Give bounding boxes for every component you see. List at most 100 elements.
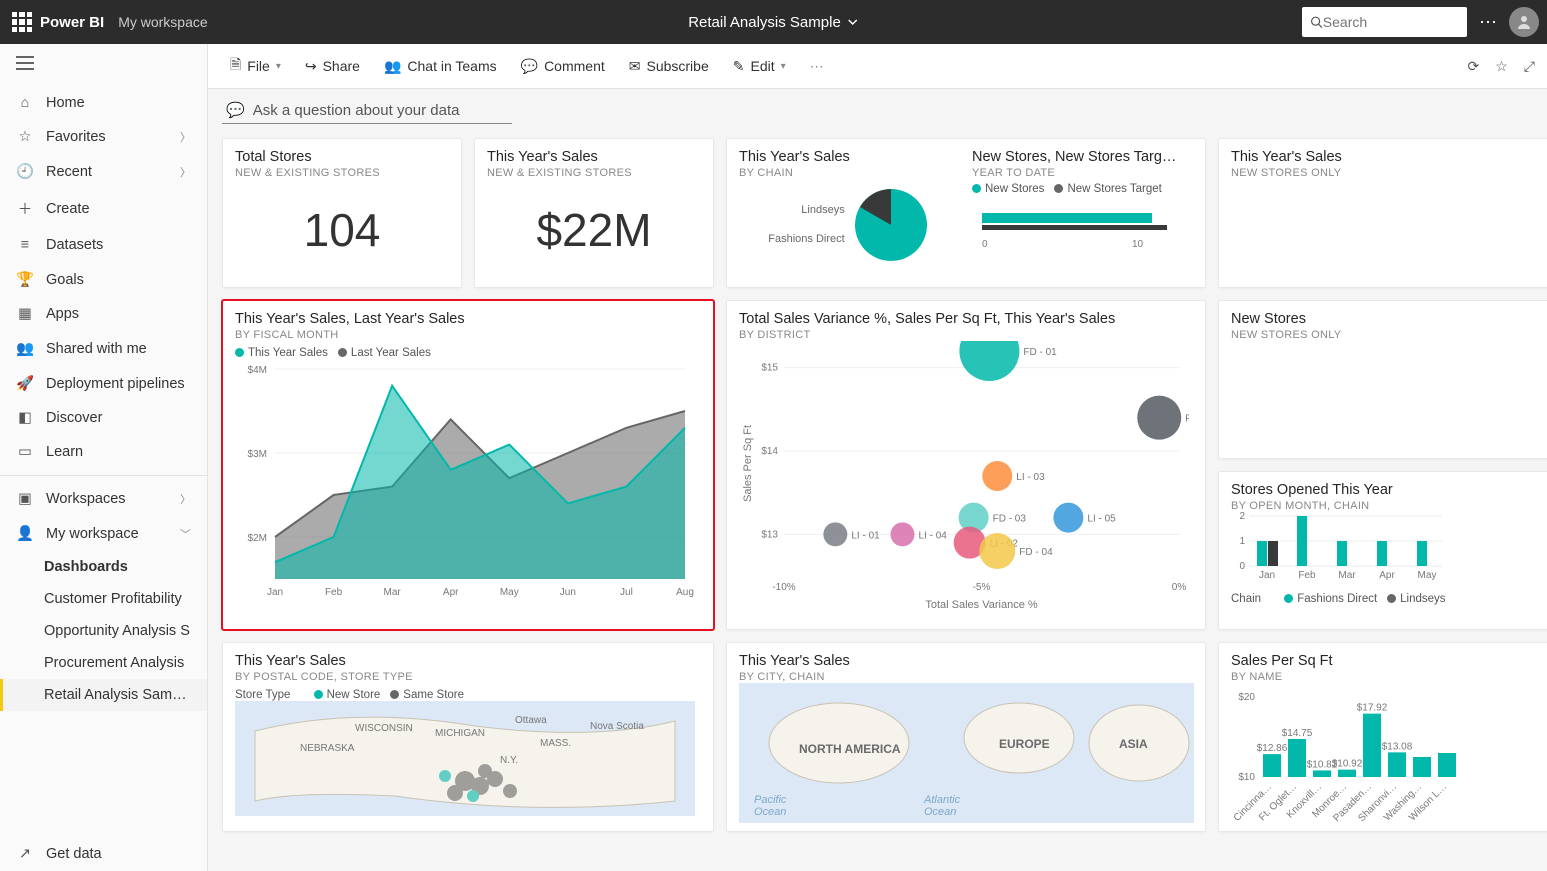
- nav-discover[interactable]: ◧Discover: [0, 401, 207, 435]
- share-icon: 👥: [16, 340, 34, 357]
- svg-text:Jan: Jan: [1259, 570, 1275, 581]
- svg-text:NEBRASKA: NEBRASKA: [300, 743, 355, 754]
- nav-datasets[interactable]: ≡Datasets: [0, 228, 207, 262]
- tile-sales-new-stores[interactable]: This Year's Sales NEW STORES ONLY $2M: [1218, 138, 1547, 288]
- user-avatar[interactable]: [1509, 7, 1539, 37]
- search-input[interactable]: [1302, 7, 1467, 37]
- nav-home[interactable]: ⌂Home: [0, 86, 207, 120]
- search-field[interactable]: [1323, 14, 1459, 30]
- teams-icon: 👥: [384, 58, 401, 75]
- svg-text:0: 0: [1239, 561, 1245, 572]
- svg-text:$15: $15: [761, 363, 778, 374]
- refresh-icon[interactable]: ⟳: [1468, 58, 1480, 75]
- svg-text:May: May: [500, 587, 519, 598]
- svg-text:$2M: $2M: [248, 533, 267, 544]
- favorite-icon[interactable]: ☆: [1495, 58, 1508, 75]
- cmd-comment[interactable]: 💬Comment: [511, 52, 615, 81]
- tile-sales-by-city[interactable]: This Year's Sales BY CITY, CHAIN NORTH A…: [726, 642, 1206, 832]
- trophy-icon: 🏆: [16, 271, 34, 288]
- chevron-right-icon: 〉: [180, 491, 191, 507]
- nav-pipelines[interactable]: 🚀Deployment pipelines: [0, 366, 207, 401]
- svg-text:Jul: Jul: [620, 587, 633, 598]
- cmd-more[interactable]: ⋯: [800, 52, 834, 81]
- svg-text:Ottawa: Ottawa: [515, 715, 547, 726]
- subnav-dashboards[interactable]: Dashboards: [0, 551, 207, 583]
- nav-apps[interactable]: ▦Apps: [0, 297, 207, 331]
- svg-text:-5%: -5%: [973, 582, 991, 593]
- tile-stores-opened[interactable]: Stores Opened This Year BY OPEN MONTH, C…: [1218, 471, 1547, 630]
- cmd-file[interactable]: 🗎File▾: [220, 48, 291, 84]
- chat-icon: 💬: [226, 101, 245, 119]
- nav-myworkspace[interactable]: 👤My workspace〉: [0, 516, 207, 551]
- svg-text:2: 2: [1239, 512, 1245, 522]
- nav-learn[interactable]: ▭Learn: [0, 435, 207, 469]
- tile-variance-scatter[interactable]: Total Sales Variance %, Sales Per Sq Ft,…: [726, 300, 1206, 630]
- svg-text:LI - 04: LI - 04: [919, 530, 948, 541]
- scatter-chart: $13$14$15-10%-5%0%Total Sales Variance %…: [739, 341, 1189, 616]
- svg-text:Mar: Mar: [1338, 570, 1356, 581]
- svg-text:10: 10: [1132, 239, 1144, 250]
- svg-text:Jun: Jun: [560, 587, 576, 598]
- app-launcher-icon[interactable]: [12, 12, 32, 32]
- svg-text:MASS.: MASS.: [540, 738, 571, 749]
- tile-total-stores[interactable]: Total Stores NEW & EXISTING STORES 104: [222, 138, 462, 288]
- cmd-edit[interactable]: ✎Edit▾: [723, 52, 796, 81]
- subnav-opportunity-analysis[interactable]: Opportunity Analysis S: [0, 615, 207, 647]
- nav-getdata[interactable]: ↗Get data: [0, 837, 207, 871]
- nav-favorites[interactable]: ☆Favorites〉: [0, 120, 207, 154]
- svg-text:NORTH AMERICA: NORTH AMERICA: [799, 742, 901, 756]
- tile-sales-per-sqft[interactable]: Sales Per Sq Ft BY NAME $10$20$12.86Cinc…: [1218, 642, 1547, 832]
- svg-text:1: 1: [1239, 536, 1245, 547]
- separator: [0, 475, 207, 476]
- pie-chart: [851, 185, 931, 265]
- nav-create[interactable]: ＋Create: [0, 189, 207, 228]
- nav-recent[interactable]: 🕘Recent〉: [0, 154, 207, 189]
- svg-text:LI - 03: LI - 03: [1016, 472, 1045, 483]
- tile-new-stores-target[interactable]: New Stores, New Stores Targ… YEAR TO DAT…: [972, 149, 1193, 277]
- book-icon: ▭: [16, 444, 34, 460]
- fullscreen-icon[interactable]: ⤢: [1524, 58, 1535, 75]
- svg-text:Atlantic: Atlantic: [923, 794, 961, 806]
- svg-text:Apr: Apr: [1379, 570, 1395, 581]
- tile-sales-by-chain[interactable]: This Year's Sales BY CHAIN Lindseys Fash…: [739, 149, 960, 277]
- nav-goals[interactable]: 🏆Goals: [0, 262, 207, 297]
- chevron-down-icon: ▾: [276, 61, 281, 72]
- title-text: Retail Analysis Sample: [688, 14, 841, 31]
- tile-sales-total[interactable]: This Year's Sales NEW & EXISTING STORES …: [474, 138, 714, 288]
- chevron-down-icon: ▾: [781, 61, 786, 72]
- command-bar: 🗎File▾ ↪Share 👥Chat in Teams 💬Comment ✉S…: [208, 44, 1547, 89]
- chevron-right-icon: 〉: [180, 164, 191, 180]
- nav-shared[interactable]: 👥Shared with me: [0, 331, 207, 366]
- map-world: NORTH AMERICA EUROPE ASIA Pacific Ocean …: [739, 683, 1194, 823]
- qna-row: 💬 Ask a question about your data: [208, 89, 1547, 132]
- cmd-share[interactable]: ↪Share: [295, 52, 370, 81]
- left-nav: ⌂Home ☆Favorites〉 🕘Recent〉 ＋Create ≡Data…: [0, 44, 208, 871]
- person-icon: [1516, 14, 1532, 30]
- kpi-value: $22M: [487, 203, 701, 257]
- tile-sales-by-month[interactable]: This Year's Sales, Last Year's Sales BY …: [222, 300, 714, 630]
- rocket-icon: 🚀: [16, 375, 34, 392]
- more-icon[interactable]: ⋯: [1475, 12, 1501, 33]
- tile-sales-by-postal[interactable]: This Year's Sales BY POSTAL CODE, STORE …: [222, 642, 714, 832]
- workspace-label[interactable]: My workspace: [118, 14, 207, 30]
- brand-label: Power BI: [40, 14, 104, 31]
- nav-toggle[interactable]: [0, 44, 207, 86]
- nav-workspaces[interactable]: ▣Workspaces〉: [0, 482, 207, 516]
- svg-text:N.Y.: N.Y.: [500, 755, 518, 766]
- subnav-customer-profitability[interactable]: Customer Profitability: [0, 583, 207, 615]
- bar-chart: 012JanFebMarAprMayJunJul: [1231, 512, 1446, 582]
- database-icon: ≡: [16, 237, 34, 253]
- svg-text:0%: 0%: [1172, 582, 1187, 593]
- svg-text:$17.92: $17.92: [1357, 703, 1388, 714]
- tile-new-stores-count[interactable]: New Stores NEW STORES ONLY 10: [1218, 300, 1547, 459]
- cmd-chat-teams[interactable]: 👥Chat in Teams: [374, 52, 507, 81]
- svg-text:$13: $13: [761, 529, 778, 540]
- subnav-retail-analysis[interactable]: Retail Analysis Sample: [0, 679, 207, 711]
- svg-text:Feb: Feb: [1298, 570, 1316, 581]
- qna-input[interactable]: 💬 Ask a question about your data: [222, 97, 512, 124]
- cmd-subscribe[interactable]: ✉Subscribe: [619, 52, 719, 81]
- subnav-procurement-analysis[interactable]: Procurement Analysis: [0, 647, 207, 679]
- file-icon: 🗎: [230, 54, 241, 78]
- svg-text:EUROPE: EUROPE: [999, 737, 1050, 751]
- page-title[interactable]: Retail Analysis Sample: [688, 14, 859, 31]
